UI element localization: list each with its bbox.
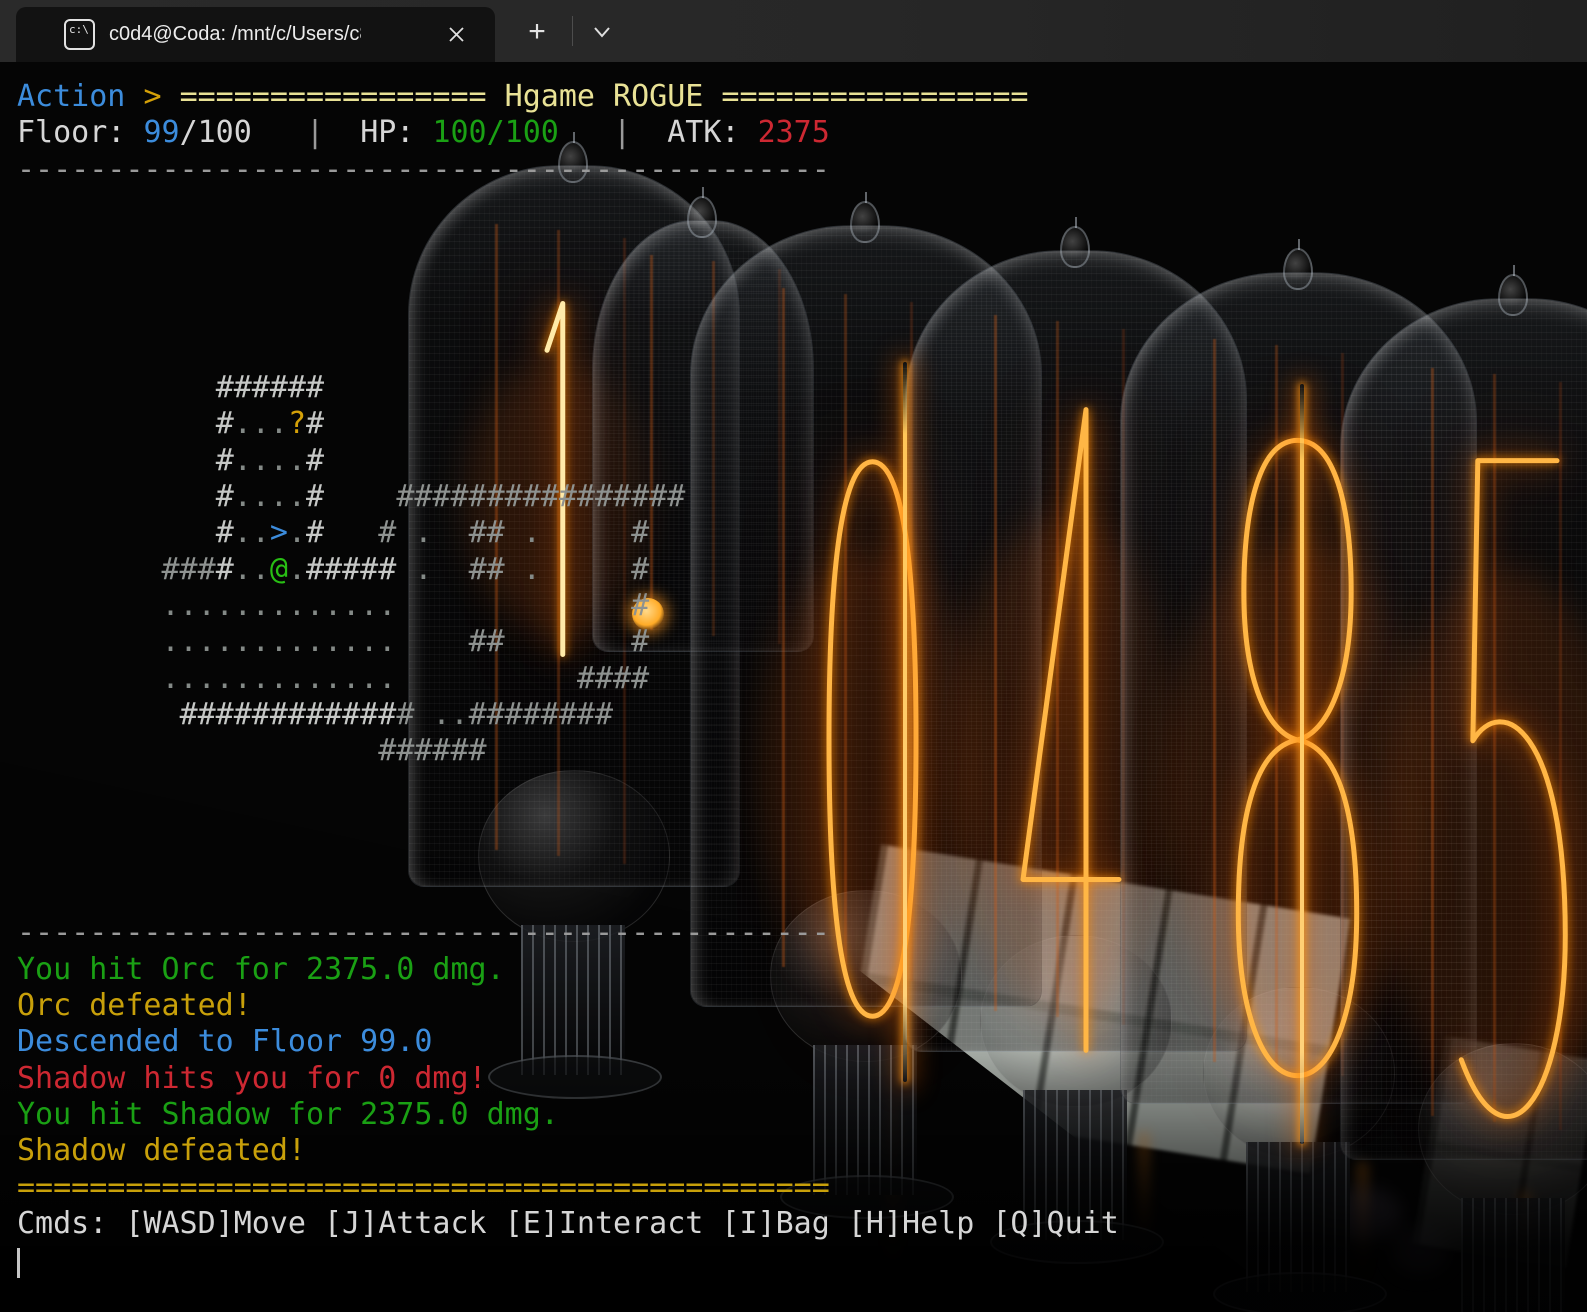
terminal-line: ========================================… (17, 1170, 1587, 1206)
terminal-line (17, 770, 1587, 806)
terminal-line: ----------------------------------------… (17, 915, 1587, 951)
terminal-line (17, 806, 1587, 842)
terminal-line (17, 843, 1587, 879)
terminal-line (17, 334, 1587, 370)
close-tab-icon[interactable] (441, 20, 471, 50)
terminal-line: #..>.# # . ## . # (17, 515, 1587, 551)
terminal-line: Shadow defeated! (17, 1133, 1587, 1169)
text-cursor (17, 1248, 20, 1278)
terminal-line: ###### (17, 733, 1587, 769)
terminal-line (17, 188, 1587, 224)
terminal-line (17, 261, 1587, 297)
tab-bar-divider (572, 16, 573, 46)
terminal-line: Shadow hits you for 0 dmg! (17, 1061, 1587, 1097)
terminal-line: ----------------------------------------… (17, 152, 1587, 188)
tab-title: c0d4@Coda: /mnt/c/Users/c80 (109, 23, 361, 46)
terminal-line (17, 879, 1587, 915)
terminal-line: ............. # (17, 588, 1587, 624)
terminal-line: Action > ================= Hgame ROGUE =… (17, 79, 1587, 115)
tab-bar: c:\ c0d4@Coda: /mnt/c/Users/c80 + (0, 0, 1587, 62)
terminal-line: ###### (17, 370, 1587, 406)
terminal-tab[interactable]: c:\ c0d4@Coda: /mnt/c/Users/c80 (16, 7, 495, 62)
terminal-line: Descended to Floor 99.0 (17, 1024, 1587, 1060)
terminal-line: You hit Shadow for 2375.0 dmg. (17, 1097, 1587, 1133)
tab-dropdown-button[interactable] (584, 12, 620, 52)
terminal-line: #....# (17, 443, 1587, 479)
terminal-window: c:\ c0d4@Coda: /mnt/c/Users/c80 + Action… (0, 0, 1587, 1312)
terminal-line (17, 297, 1587, 333)
terminal-content[interactable]: Action > ================= Hgame ROGUE =… (0, 62, 1587, 1312)
terminal-line: ............. ## # (17, 624, 1587, 660)
terminal-line: #....# ################ (17, 479, 1587, 515)
command-prompt-icon: c:\ (64, 19, 95, 50)
terminal-line (17, 1243, 1587, 1279)
terminal-line: You hit Orc for 2375.0 dmg. (17, 952, 1587, 988)
terminal-line: ####..@.##### . ## . # (17, 552, 1587, 588)
terminal-line: ............. #### (17, 661, 1587, 697)
new-tab-button[interactable]: + (516, 10, 558, 54)
terminal-line: ############# ..######## (17, 697, 1587, 733)
terminal-line: Floor: 99/100 | HP: 100/100 | ATK: 2375 (17, 115, 1587, 151)
terminal-line: #...?# (17, 406, 1587, 442)
terminal-line: Orc defeated! (17, 988, 1587, 1024)
terminal-line: Cmds: [WASD]Move [J]Attack [E]Interact [… (17, 1206, 1587, 1242)
terminal-line (17, 224, 1587, 260)
terminal-text: Action > ================= Hgame ROGUE =… (0, 62, 1587, 1279)
